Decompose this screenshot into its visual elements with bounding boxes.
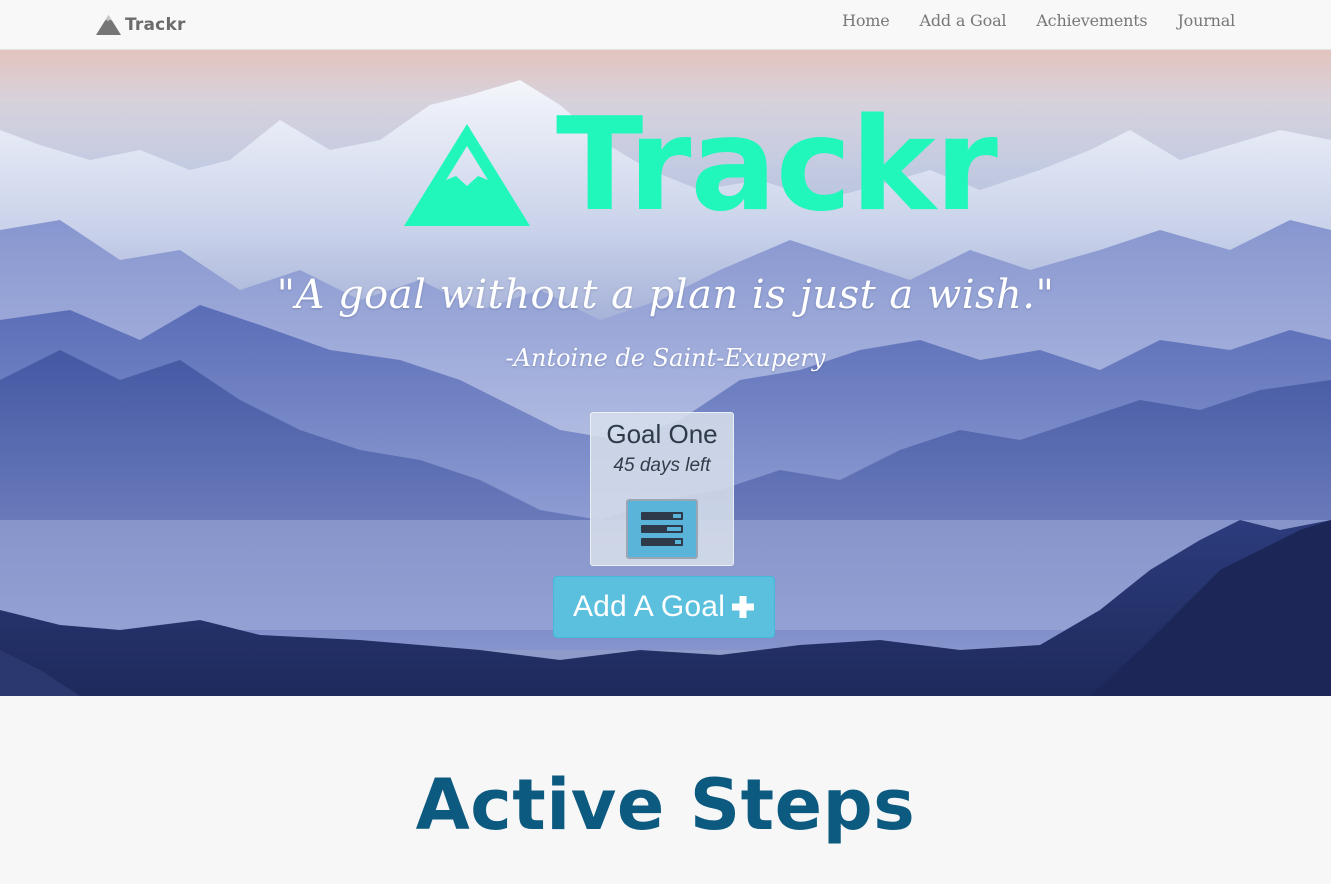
- nav-link-achievements[interactable]: Achievements: [1036, 11, 1147, 30]
- brand-name: Trackr: [125, 15, 186, 35]
- quote-text: "A goal without a plan is just a wish.": [276, 272, 1055, 318]
- hero-logo-text: Trackr: [556, 91, 998, 240]
- nav-link-journal[interactable]: Journal: [1177, 11, 1235, 30]
- nav-link-home[interactable]: Home: [842, 11, 890, 30]
- hero-section: Trackr "A goal without a plan is just a …: [0, 50, 1331, 696]
- add-goal-label: Add A Goal: [572, 590, 726, 623]
- goal-title: Goal One: [606, 419, 718, 449]
- navbar: Trackr Home Add a Goal Achievements Jour…: [0, 0, 1331, 50]
- goal-steps-button[interactable]: [626, 499, 698, 559]
- goal-card: Goal One 45 days left: [590, 412, 734, 566]
- navbar-brand[interactable]: Trackr: [95, 12, 186, 38]
- mountain-logo-icon: [404, 124, 530, 226]
- hero-logo: Trackr: [404, 91, 998, 240]
- add-goal-button[interactable]: Add A Goal: [553, 576, 775, 638]
- quote-author: -Antoine de Saint-Exupery: [505, 344, 826, 372]
- nav-links: Home Add a Goal Achievements Journal: [812, 0, 1235, 40]
- mountain-icon: [96, 15, 121, 35]
- tasks-icon: [641, 512, 683, 546]
- goal-days-left: 45 days left: [613, 455, 711, 476]
- nav-link-add-goal[interactable]: Add a Goal: [920, 11, 1007, 30]
- section-title: Active Steps: [415, 764, 916, 846]
- plus-icon: [732, 596, 755, 618]
